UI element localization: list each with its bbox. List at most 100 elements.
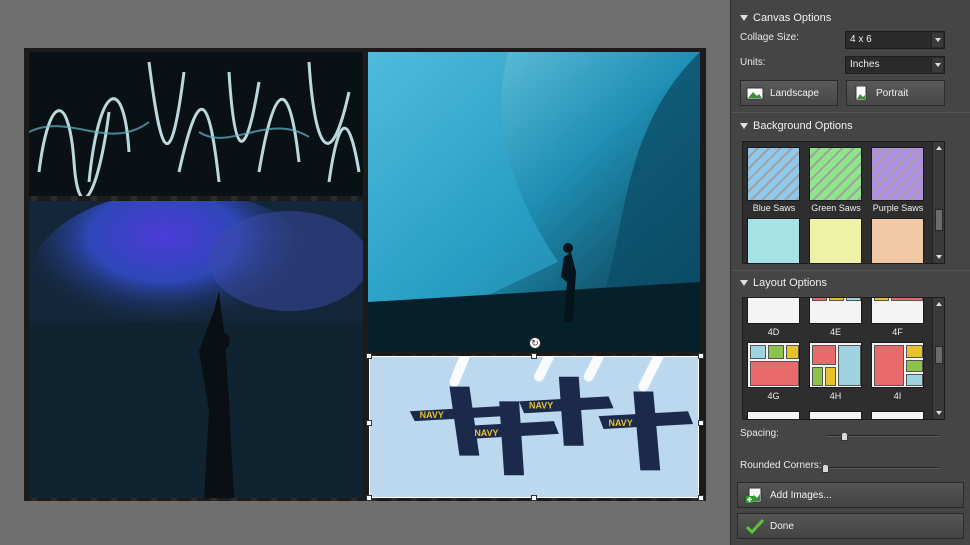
layout-thumbnail[interactable] <box>809 298 862 324</box>
portrait-button[interactable]: Portrait <box>846 80 945 106</box>
collage-size-value: 4 x 6 <box>850 34 872 45</box>
rounded-corners-slider[interactable] <box>825 467 940 469</box>
checkmark-icon <box>746 518 764 534</box>
collage-size-label: Collage Size: <box>740 32 799 43</box>
chevron-down-icon <box>931 33 943 47</box>
layout-cell <box>786 345 799 359</box>
scroll-down-icon[interactable] <box>936 255 942 259</box>
layout-label: 4G <box>767 391 780 401</box>
layout-cell <box>750 361 799 386</box>
layout-cell <box>768 345 784 359</box>
collage-workspace: NAVY NAVY NAVY NAVY ↻ <box>0 0 730 545</box>
layout-cell <box>829 298 844 301</box>
photo-ice-cave[interactable] <box>368 52 700 352</box>
resize-handle[interactable] <box>366 495 372 501</box>
spacing-slider-knob[interactable] <box>840 432 848 441</box>
scrollbar[interactable] <box>932 298 944 419</box>
divider <box>731 270 970 271</box>
scrollbar[interactable] <box>932 142 944 263</box>
landscape-label: Landscape <box>770 87 819 99</box>
layout-thumbnail[interactable] <box>747 297 800 324</box>
layout-cell <box>812 298 827 301</box>
layout-label: 4H <box>829 391 842 401</box>
layout-thumbnail[interactable] <box>871 342 924 388</box>
spacing-label: Spacing: <box>740 428 779 439</box>
layout-cell <box>906 374 923 386</box>
divider <box>731 112 970 113</box>
layout-thumbnail[interactable] <box>871 411 924 419</box>
collapse-triangle-icon <box>740 123 748 129</box>
collapse-triangle-icon <box>740 15 748 21</box>
jet-tail-text-4: NAVY <box>609 418 633 428</box>
layout-cell <box>750 297 799 298</box>
scroll-up-icon[interactable] <box>936 146 942 150</box>
layout-cell <box>838 345 861 386</box>
add-images-button[interactable]: Add Images... <box>737 482 964 508</box>
background-swatch[interactable] <box>809 218 862 263</box>
resize-handle[interactable] <box>531 495 537 501</box>
photo-blue-smoke[interactable] <box>29 201 363 498</box>
canvas-options-header[interactable]: Canvas Options <box>731 7 970 29</box>
layout-thumbnail[interactable] <box>747 342 800 388</box>
background-swatch[interactable] <box>747 147 800 201</box>
rounded-corners-slider-knob[interactable] <box>822 464 829 473</box>
layout-options-title: Layout Options <box>753 277 827 289</box>
rotate-icon[interactable]: ↻ <box>529 337 541 349</box>
landscape-button[interactable]: Landscape <box>740 80 838 106</box>
jet-tail-text-3: NAVY <box>474 428 498 438</box>
layout-cell <box>891 298 923 301</box>
layout-thumbnail[interactable] <box>809 342 862 388</box>
collage-canvas[interactable]: NAVY NAVY NAVY NAVY <box>24 48 706 501</box>
background-options-title: Background Options <box>753 120 853 132</box>
layout-cell <box>846 298 861 301</box>
photo-jets[interactable]: NAVY NAVY NAVY NAVY <box>369 356 699 498</box>
add-images-label: Add Images... <box>770 489 832 501</box>
resize-handle[interactable] <box>698 353 704 359</box>
done-label: Done <box>770 520 794 532</box>
layout-label: 4D <box>767 327 780 337</box>
layout-cell <box>750 345 766 359</box>
background-options-header[interactable]: Background Options <box>731 115 970 137</box>
layout-label: 4I <box>893 391 902 401</box>
layout-thumbnail[interactable] <box>747 411 800 419</box>
resize-handle[interactable] <box>366 353 372 359</box>
canvas-options-title: Canvas Options <box>753 12 832 24</box>
layout-cell <box>874 298 889 301</box>
scroll-thumb[interactable] <box>935 346 943 365</box>
units-select[interactable]: Inches <box>845 56 945 74</box>
scroll-thumb[interactable] <box>935 208 943 231</box>
resize-handle[interactable] <box>698 420 704 426</box>
collapse-triangle-icon <box>740 280 748 286</box>
options-panel: Canvas Options Collage Size: 4 x 6 Units… <box>730 0 970 545</box>
done-button[interactable]: Done <box>737 513 964 539</box>
layout-label: 4E <box>829 327 841 337</box>
layout-thumbnail[interactable] <box>871 298 924 324</box>
rounded-corners-label: Rounded Corners: <box>740 460 822 471</box>
resize-handle[interactable] <box>531 353 537 359</box>
chevron-down-icon <box>931 58 943 72</box>
layout-options-header[interactable]: Layout Options <box>731 272 970 294</box>
layout-gallery[interactable]: 4D 4E 4F 4G 4H 4I <box>742 297 945 420</box>
layout-cell <box>874 345 904 386</box>
portrait-label: Portrait <box>876 87 909 99</box>
photo-neon-lights[interactable] <box>29 52 363 196</box>
background-swatch[interactable] <box>747 218 800 263</box>
layout-thumbnail[interactable] <box>809 411 862 419</box>
background-swatch-label: Green Saws <box>811 203 861 213</box>
background-swatch[interactable] <box>809 147 862 201</box>
jet-tail-text-2: NAVY <box>529 400 553 410</box>
background-swatch[interactable] <box>871 218 924 263</box>
background-swatch[interactable] <box>871 147 924 201</box>
resize-handle[interactable] <box>366 420 372 426</box>
background-swatch-label: Purple Saws <box>872 203 924 213</box>
layout-cell <box>906 345 923 358</box>
portrait-icon <box>855 86 867 100</box>
jet-tail-text-1: NAVY <box>420 410 444 420</box>
background-gallery[interactable]: Blue Saws Green Saws Purple Saws <box>742 141 945 264</box>
resize-handle[interactable] <box>698 495 704 501</box>
scroll-down-icon[interactable] <box>936 411 942 415</box>
scroll-up-icon[interactable] <box>936 302 942 306</box>
units-label: Units: <box>740 57 766 68</box>
layout-label: 4F <box>892 327 903 337</box>
collage-size-select[interactable]: 4 x 6 <box>845 31 945 49</box>
